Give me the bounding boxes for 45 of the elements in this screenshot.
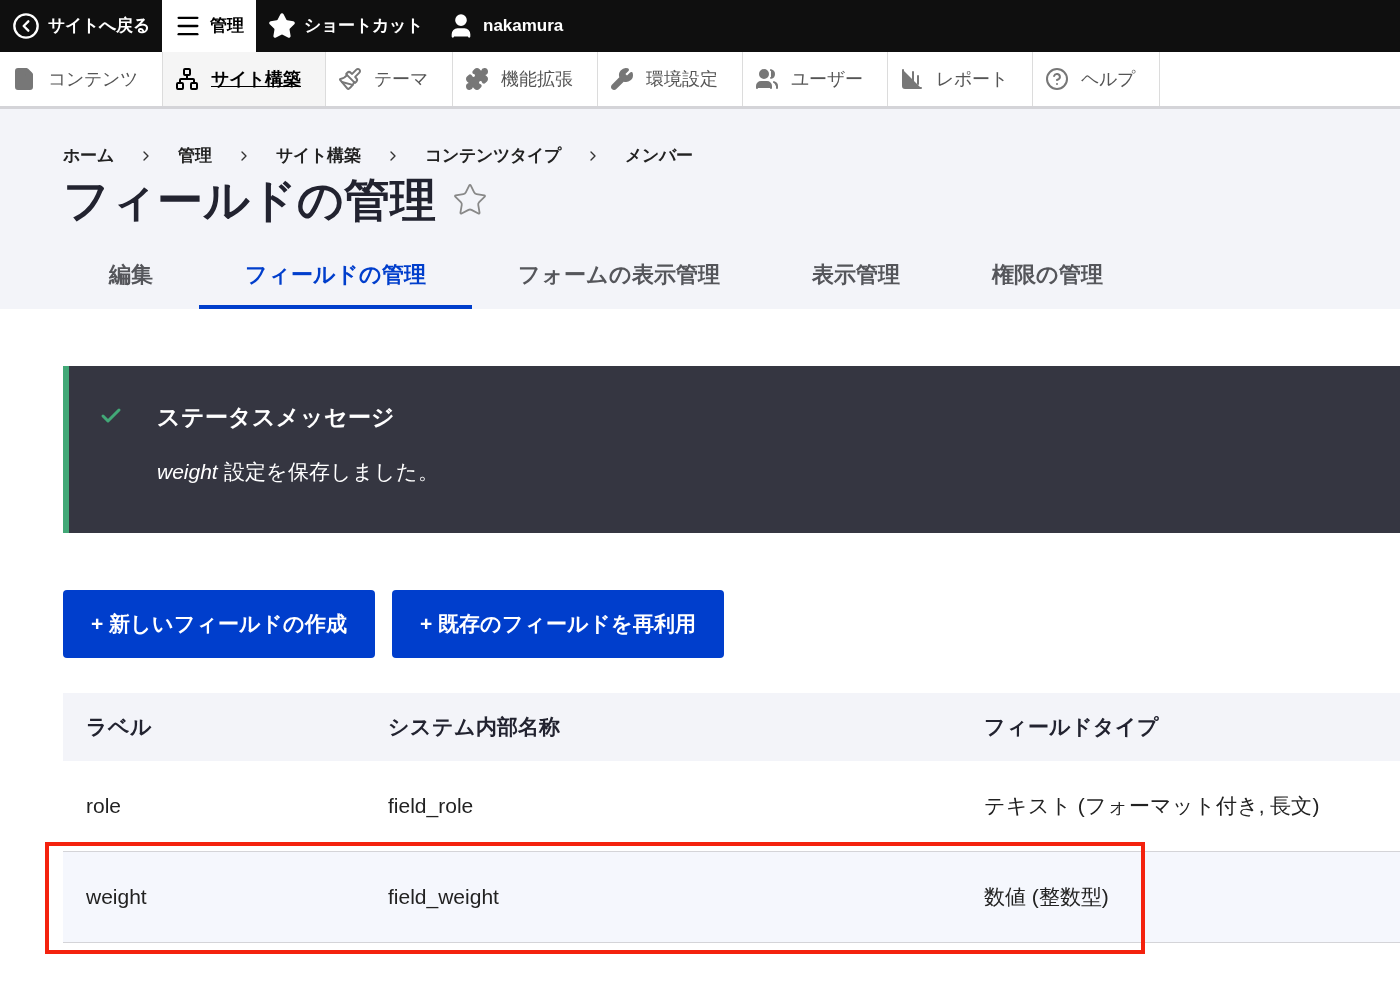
users-icon [755,67,779,91]
admin-menu-item[interactable]: レポート [888,52,1033,106]
admin-menu-item[interactable]: サイト構築 [163,52,326,106]
table-cell-text: テキスト (フォーマット付き, 長文) [984,792,1321,819]
tab[interactable]: 権限の管理 [946,253,1149,309]
column-header: ラベル [86,713,153,740]
toolbar-tab[interactable]: nakamura [435,0,576,52]
admin-menu-item[interactable]: 機能拡張 [453,52,598,106]
help-icon [1045,67,1069,91]
column-header: フィールドタイプ [984,713,1160,740]
breadcrumb-link[interactable]: コンテンツタイプ [425,143,561,169]
toolbar-tab[interactable]: ショートカット [256,0,435,52]
hierarchy-icon [175,67,199,91]
document-icon [12,67,36,91]
breadcrumb-link[interactable]: ホーム [63,143,114,169]
breadcrumb-link[interactable]: メンバー [625,143,693,169]
admin-menu-item[interactable]: テーマ [326,52,453,106]
table-cell-text: field_weight [388,883,500,911]
back-icon [12,12,40,40]
brush-icon [338,67,362,91]
tab[interactable]: 編集 [63,253,199,309]
page-title: フィールドの管理 [63,172,436,228]
table-cell-text: weight [86,883,148,910]
wrench-icon [610,67,634,91]
message-text: weight 設定を保存しました。 [157,459,439,486]
breadcrumb-link[interactable]: サイト構築 [276,143,361,169]
tab[interactable]: フォームの表示管理 [472,253,766,309]
message-title: ステータスメッセージ [157,402,396,432]
star-icon [268,12,296,40]
table-cell-text: role [86,792,123,819]
action-button[interactable]: + 新しいフィールドの作成 [63,589,376,658]
table-cell-text: field_role [388,792,475,820]
puzzle-icon [465,67,489,91]
toolbar-tab[interactable]: サイトへ戻る [0,0,162,52]
admin-menu-item[interactable]: ヘルプ [1033,52,1160,106]
table-cell-text: 数値 (整数型) [984,883,1110,910]
toolbar-tab[interactable]: 管理 [162,0,256,52]
admin-menu-item[interactable]: 環境設定 [598,52,743,106]
tab[interactable]: 表示管理 [766,253,946,309]
action-button[interactable]: + 既存のフィールドを再利用 [392,589,725,658]
breadcrumb-link[interactable]: 管理 [178,143,212,169]
bar-chart-icon [900,67,924,91]
tab[interactable]: フィールドの管理 [199,253,472,309]
admin-menu-item[interactable]: ユーザー [743,52,888,106]
column-header: システム内部名称 [388,713,561,740]
